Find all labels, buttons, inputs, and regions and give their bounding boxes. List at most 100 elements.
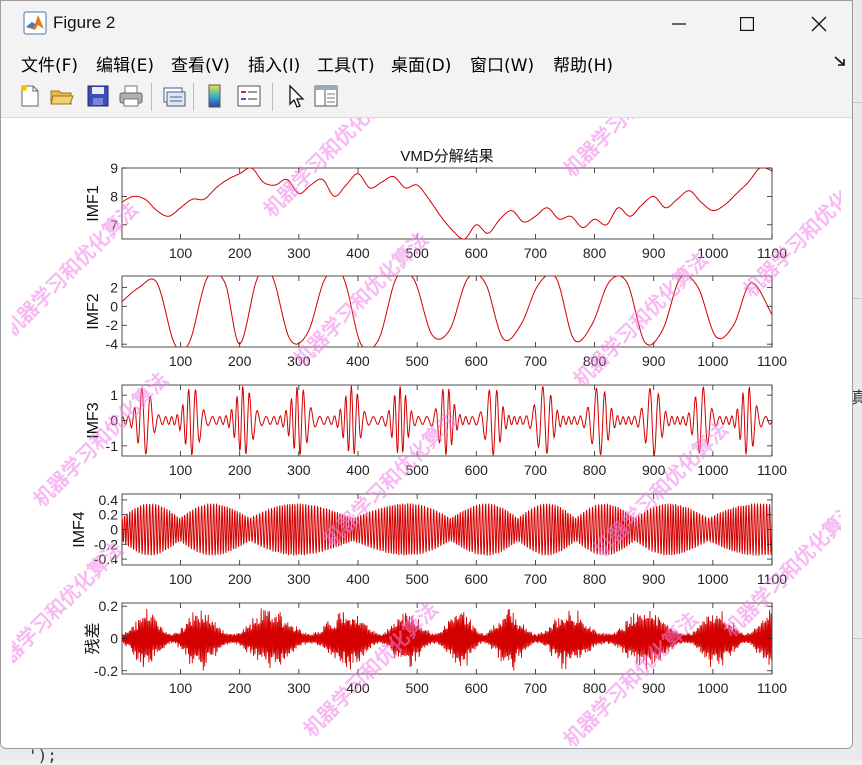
- x-tick-label: 700: [524, 245, 548, 261]
- menu-file[interactable]: 文件(F): [21, 51, 78, 76]
- new-figure-icon[interactable]: [17, 83, 43, 109]
- menu-edit[interactable]: 编辑(E): [96, 51, 154, 76]
- x-tick-label: 1100: [757, 680, 787, 696]
- toolbar-separator: [193, 83, 194, 111]
- x-tick-label: 800: [583, 353, 607, 369]
- x-tick-label: 1100: [757, 245, 787, 261]
- x-tick-label: 1000: [697, 680, 728, 696]
- y-tick-label: 2: [110, 279, 118, 295]
- y-tick-label: 0: [110, 631, 118, 647]
- matlab-logo-icon: [23, 11, 47, 35]
- x-tick-label: 1000: [697, 245, 728, 261]
- x-tick-label: 700: [524, 571, 548, 587]
- x-tick-label: 400: [346, 680, 370, 696]
- x-tick-label: 900: [642, 353, 666, 369]
- y-tick-label: 1: [110, 387, 118, 403]
- y-tick-label: -2: [106, 317, 119, 333]
- y-tick-label: 0.2: [99, 598, 119, 614]
- x-tick-label: 100: [169, 571, 193, 587]
- x-tick-label: 100: [169, 680, 193, 696]
- x-tick-label: 500: [405, 245, 429, 261]
- subplot-1[interactable]: 100 200 300 400 500 600 700 800 900 1000 1100 7 8 9 IM…: [85, 160, 787, 261]
- menu-insert[interactable]: 插入(I): [248, 51, 300, 76]
- x-tick-label: 900: [642, 462, 666, 478]
- y-tick-label: 9: [110, 160, 118, 176]
- save-icon[interactable]: [85, 83, 111, 109]
- window-title: Figure 2: [53, 13, 116, 32]
- y-tick-label: -0.2: [94, 663, 118, 679]
- x-tick-label: 400: [346, 245, 370, 261]
- toolbar-separator: [272, 83, 273, 111]
- y-axis-label: IMF4: [71, 511, 88, 548]
- axes-box: [121, 275, 773, 348]
- subplot-3[interactable]: 100 200 300 400 500 600 700 800 900 1000 1100 -1 0 1I…: [85, 384, 787, 478]
- menu-tools[interactable]: 工具(T): [317, 51, 375, 76]
- x-tick-label: 600: [465, 571, 489, 587]
- print-icon[interactable]: [118, 83, 144, 109]
- x-tick-label: 800: [583, 680, 607, 696]
- menu-window[interactable]: 窗口(W): [470, 51, 534, 76]
- pointer-icon[interactable]: [282, 83, 308, 109]
- x-tick-label: 300: [287, 571, 311, 587]
- x-tick-label: 700: [524, 462, 548, 478]
- title-bar[interactable]: Figure 2: [1, 1, 852, 47]
- x-tick-label: 400: [346, 571, 370, 587]
- y-tick-label: 0.2: [99, 507, 119, 523]
- x-tick-label: 100: [169, 245, 193, 261]
- subplot-4[interactable]: 100 200 300 400 500 600 700 800 900 1000 1100 -0.4-…: [71, 492, 787, 587]
- x-tick-label: 700: [524, 680, 548, 696]
- x-tick-label: 300: [287, 462, 311, 478]
- x-tick-label: 800: [583, 462, 607, 478]
- x-tick-label: 1000: [697, 571, 728, 587]
- menu-desktop[interactable]: 桌面(D): [391, 51, 451, 76]
- background-divider: [853, 638, 862, 639]
- axes-box: [121, 167, 773, 240]
- y-axis-label: IMF2: [85, 293, 102, 330]
- y-axis-label: IMF1: [85, 185, 102, 222]
- y-tick-label: 0: [110, 413, 118, 429]
- x-tick-label: 900: [642, 245, 666, 261]
- x-tick-label: 600: [465, 353, 489, 369]
- x-tick-label: 300: [287, 353, 311, 369]
- menu-view[interactable]: 查看(V): [171, 51, 230, 76]
- y-tick-label: 8: [110, 188, 118, 204]
- x-tick-label: 200: [228, 571, 252, 587]
- figure-canvas[interactable]: VMD分解结果 100 200 300 400 500 600 700 800 900 1000 11…: [12, 118, 841, 748]
- minimize-button[interactable]: [647, 1, 711, 47]
- open-file-icon[interactable]: [49, 83, 75, 109]
- dock-arrow-icon[interactable]: [834, 55, 846, 67]
- maximize-button[interactable]: [715, 1, 779, 47]
- x-tick-label: 600: [465, 680, 489, 696]
- y-tick-label: 0.4: [99, 492, 119, 508]
- x-tick-label: 1100: [757, 353, 787, 369]
- legend-icon[interactable]: [236, 83, 262, 109]
- x-tick-label: 900: [642, 680, 666, 696]
- x-tick-label: 500: [405, 680, 429, 696]
- close-button[interactable]: [787, 1, 851, 47]
- close-icon: [811, 16, 827, 32]
- menu-bar: 文件(F) 编辑(E) 查看(V) 插入(I) 工具(T) 桌面(D) 窗口(W…: [1, 47, 852, 77]
- x-tick-label: 700: [524, 353, 548, 369]
- maximize-icon: [740, 17, 754, 31]
- colorbar-icon[interactable]: [202, 83, 228, 109]
- menu-help[interactable]: 帮助(H): [553, 51, 613, 76]
- x-tick-label: 100: [169, 462, 193, 478]
- property-inspector-icon[interactable]: [313, 83, 339, 109]
- y-tick-label: 7: [110, 217, 118, 233]
- chart-title: VMD分解结果: [400, 148, 493, 165]
- x-tick-label: 1100: [757, 571, 787, 587]
- background-divider: [853, 298, 862, 299]
- y-tick-label: 0: [110, 298, 118, 314]
- vmd-chart[interactable]: VMD分解结果100 200 300 400 500 600 700 800 900 1000 11…: [12, 118, 841, 748]
- x-tick-label: 800: [583, 571, 607, 587]
- x-tick-label: 500: [405, 571, 429, 587]
- y-tick-label: 0: [110, 522, 118, 538]
- x-tick-label: 500: [405, 462, 429, 478]
- link-plot-icon[interactable]: [161, 83, 187, 109]
- subplot-5[interactable]: 100 200 300 400 500 600 700 800 900 1000 1100 -0.2 0…: [84, 598, 787, 696]
- x-tick-label: 1000: [697, 353, 728, 369]
- x-tick-label: 200: [228, 245, 252, 261]
- y-axis-label: 残差: [84, 622, 102, 654]
- subplot-2[interactable]: 100 200 300 400 500 600 700 800 900 1000 1100 -4 -2 0…: [85, 269, 787, 369]
- x-tick-label: 200: [228, 680, 252, 696]
